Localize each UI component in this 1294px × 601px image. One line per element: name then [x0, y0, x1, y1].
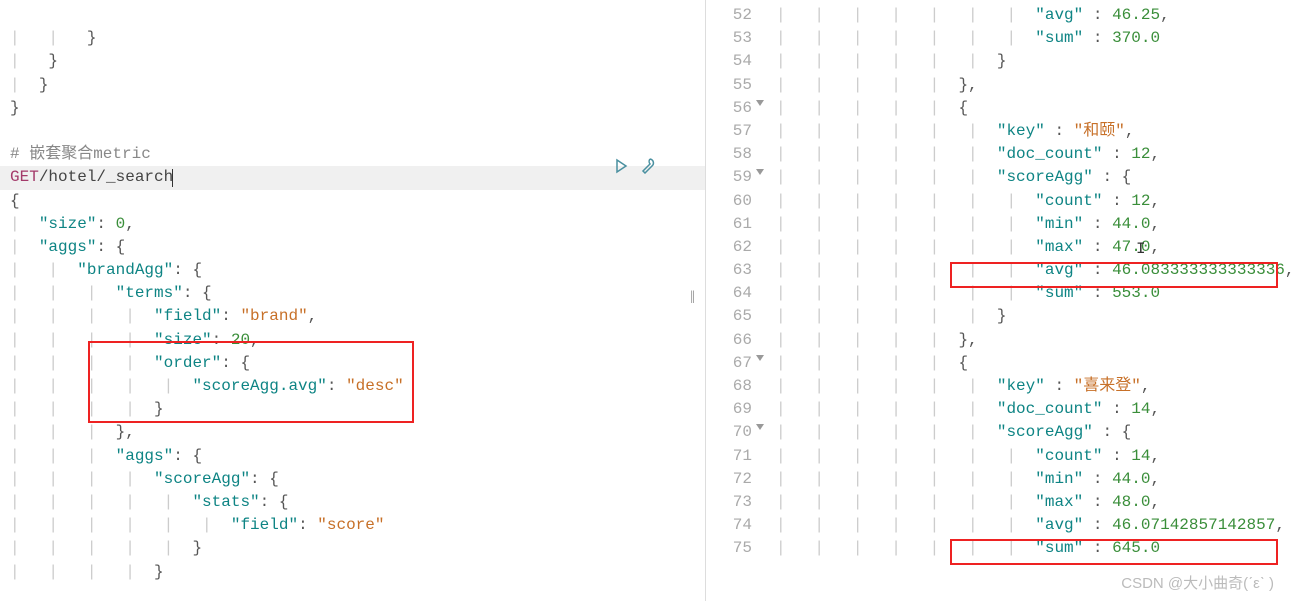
http-method: GET [10, 166, 39, 189]
wrench-icon[interactable] [636, 155, 658, 177]
code-line: 66| | | | | }, [706, 329, 1294, 352]
text-cursor [172, 169, 173, 187]
text-cursor-icon: I [1136, 238, 1146, 261]
code-line: 62| | | | | | | "max" : 47.0,I [706, 236, 1294, 259]
code-line: 67| | | | | { [706, 352, 1294, 375]
code-line: 63| | | | | | | "avg" : 46.0833333333333… [706, 259, 1294, 282]
run-icon[interactable] [610, 155, 632, 177]
fold-icon[interactable] [756, 100, 764, 106]
watermark: CSDN @大小曲奇(ˊεˋ ) [1121, 573, 1274, 595]
request-editor-pane[interactable]: | | } | } | } } # 嵌套聚合metric GET /hotel/… [0, 0, 706, 601]
code-line: 59| | | | | | "scoreAgg" : { [706, 166, 1294, 189]
code-line: 72| | | | | | | "min" : 44.0, [706, 468, 1294, 491]
comment-line: # 嵌套聚合metric [10, 145, 151, 163]
code-line: 68| | | | | | "key" : "喜来登", [706, 375, 1294, 398]
code-editor-body[interactable]: { | "size": 0, | "aggs": { | | "brandAgg… [0, 190, 705, 584]
code-line: 75| | | | | | | "sum" : 645.0 [706, 537, 1294, 560]
pane-drag-handle[interactable]: ‖ [690, 286, 692, 312]
code-line: 71| | | | | | | "count" : 14, [706, 445, 1294, 468]
code-line: 73| | | | | | | "max" : 48.0, [706, 491, 1294, 514]
fold-icon[interactable] [756, 424, 764, 430]
code-line: 65| | | | | | } [706, 305, 1294, 328]
request-url: /hotel/_search [39, 166, 173, 189]
code-line: 57| | | | | | "key" : "和颐", [706, 120, 1294, 143]
code-line: 53| | | | | | | "sum" : 370.0 [706, 27, 1294, 50]
code-line: 58| | | | | | "doc_count" : 12, [706, 143, 1294, 166]
code-line: 60| | | | | | | "count" : 12, [706, 190, 1294, 213]
code-line: 54| | | | | | } [706, 50, 1294, 73]
main-container: | | } | } | } } # 嵌套聚合metric GET /hotel/… [0, 0, 1294, 601]
code-line: 64| | | | | | | "sum" : 553.0 [706, 282, 1294, 305]
response-pane[interactable]: 52| | | | | | | "avg" : 46.25, 53| | | |… [706, 0, 1294, 601]
request-line[interactable]: GET /hotel/_search [0, 166, 705, 189]
code-editor[interactable]: | | } | } | } } # 嵌套聚合metric [0, 4, 705, 166]
code-line: 55| | | | | }, [706, 74, 1294, 97]
code-line: 52| | | | | | | "avg" : 46.25, [706, 4, 1294, 27]
fold-icon[interactable] [756, 355, 764, 361]
code-line: 56| | | | | { [706, 97, 1294, 120]
code-line: 69| | | | | | "doc_count" : 14, [706, 398, 1294, 421]
code-line: 74| | | | | | | "avg" : 46.0714285714285… [706, 514, 1294, 537]
code-line: 61| | | | | | | "min" : 44.0, [706, 213, 1294, 236]
fold-icon[interactable] [756, 169, 764, 175]
code-line: 70| | | | | | "scoreAgg" : { [706, 421, 1294, 444]
request-actions [610, 155, 658, 177]
